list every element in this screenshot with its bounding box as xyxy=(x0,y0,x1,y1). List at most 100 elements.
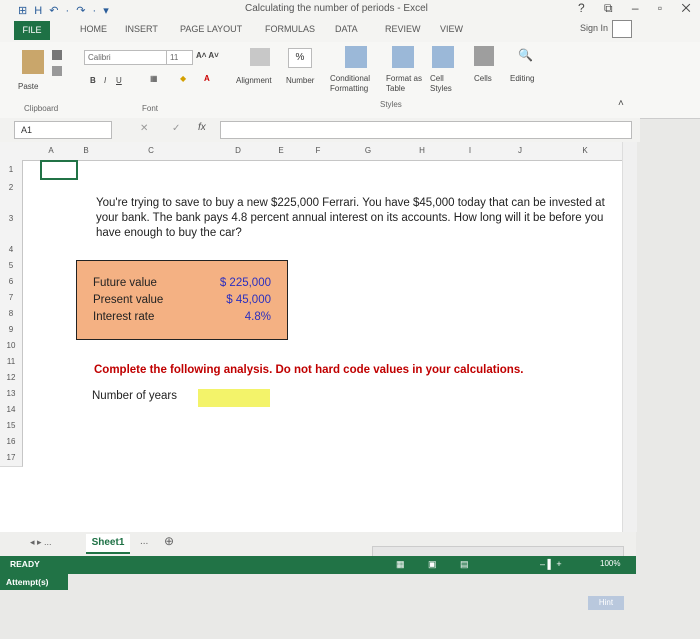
paste-icon[interactable] xyxy=(22,50,44,74)
row-header[interactable]: 7 xyxy=(0,290,23,307)
ribbon: Paste Clipboard Calibri 11 A˄ A˅ B I U ▦… xyxy=(0,42,700,119)
enter-icon[interactable]: ✓ xyxy=(172,123,180,134)
row-header[interactable]: 4 xyxy=(0,242,23,259)
row-header[interactable]: 15 xyxy=(0,418,23,435)
cells-icon[interactable] xyxy=(474,46,494,66)
column-header[interactable]: J xyxy=(492,142,549,161)
clipboard-group-label: Clipboard xyxy=(24,104,59,113)
format-as-table-button[interactable]: Format as Table xyxy=(386,74,426,94)
column-header[interactable]: A xyxy=(22,142,81,161)
tab-file[interactable]: FILE xyxy=(14,21,50,40)
percent-icon[interactable]: % xyxy=(288,48,312,68)
column-header[interactable]: K xyxy=(548,142,623,161)
italic-button[interactable]: I xyxy=(104,76,106,85)
future-value-cell[interactable]: $ 225,000 xyxy=(199,277,271,289)
vertical-scrollbar[interactable] xyxy=(622,142,637,532)
row-header[interactable]: 12 xyxy=(0,370,23,387)
alignment-icon[interactable] xyxy=(250,48,270,66)
name-box[interactable]: A1 xyxy=(14,121,112,139)
select-all-corner[interactable] xyxy=(0,142,23,161)
column-header[interactable]: F xyxy=(296,142,341,161)
grow-font-icon[interactable]: A˄ A˅ xyxy=(196,51,219,60)
editing-button[interactable]: Editing xyxy=(510,74,534,83)
page-break-view-icon[interactable]: ▤ xyxy=(460,559,469,570)
user-icon[interactable] xyxy=(612,20,632,38)
more-sheets-icon[interactable]: ... xyxy=(140,536,148,547)
add-sheet-icon[interactable]: ⊕ xyxy=(164,534,174,548)
underline-button[interactable]: U xyxy=(116,76,122,85)
title-bar: ⊞ H ↶ · ↷ · ▾ Calculating the number of … xyxy=(0,0,700,20)
hint-button[interactable]: Hint xyxy=(588,596,624,610)
row-header[interactable]: 9 xyxy=(0,322,23,339)
instruction-text: Complete the following analysis. Do not … xyxy=(94,364,524,376)
row-header[interactable]: 10 xyxy=(0,338,23,355)
font-color-icon[interactable]: A xyxy=(204,74,210,83)
alignment-button[interactable]: Alignment xyxy=(236,76,272,85)
conditional-formatting-icon[interactable] xyxy=(345,46,367,68)
font-group-label: Font xyxy=(142,104,159,113)
column-header[interactable]: D xyxy=(210,142,267,161)
column-header[interactable]: C xyxy=(92,142,211,161)
normal-view-icon[interactable]: ▦ xyxy=(396,559,405,570)
sign-in-link[interactable]: Sign In xyxy=(580,23,608,33)
styles-group-label: Styles xyxy=(380,100,402,109)
window-controls[interactable]: ? ⧉ – ▫ ✕ xyxy=(578,1,699,16)
row-header[interactable]: 16 xyxy=(0,434,23,451)
column-header[interactable]: E xyxy=(266,142,297,161)
cancel-icon[interactable]: ✕ xyxy=(140,123,148,134)
borders-icon[interactable]: ▦ xyxy=(150,74,158,83)
future-value-label: Future value xyxy=(93,277,157,289)
column-header[interactable]: G xyxy=(340,142,397,161)
sheet-nav-arrows-icon[interactable]: ◂ ▸ ... xyxy=(30,537,52,548)
tab-review[interactable]: REVIEW xyxy=(385,24,421,34)
number-of-years-answer-cell[interactable] xyxy=(198,389,270,407)
number-button[interactable]: Number xyxy=(286,76,314,85)
present-value-cell[interactable]: $ 45,000 xyxy=(199,294,271,306)
font-name-select[interactable]: Calibri xyxy=(84,50,167,65)
tab-insert[interactable]: INSERT xyxy=(125,24,158,34)
fill-color-icon[interactable]: ◆ xyxy=(180,74,186,83)
tab-data[interactable]: DATA xyxy=(335,24,358,34)
selected-cell-a1[interactable] xyxy=(40,160,78,180)
tab-formulas[interactable]: FORMULAS xyxy=(265,24,315,34)
zoom-level[interactable]: 100% xyxy=(600,559,620,568)
interest-rate-cell[interactable]: 4.8% xyxy=(199,311,271,323)
row-header[interactable]: 14 xyxy=(0,402,23,419)
interest-rate-label: Interest rate xyxy=(93,311,155,323)
row-header[interactable]: 5 xyxy=(0,258,23,275)
attempts-label: Attempt(s) xyxy=(0,574,68,590)
tab-view[interactable]: VIEW xyxy=(440,24,463,34)
cells-button[interactable]: Cells xyxy=(474,74,492,83)
quick-access-toolbar[interactable]: ⊞ H ↶ · ↷ · ▾ xyxy=(18,4,111,17)
collapse-ribbon-icon[interactable]: ˄ xyxy=(618,98,624,109)
binoculars-icon[interactable]: 🔍 xyxy=(518,48,533,62)
insert-function-icon[interactable]: fx xyxy=(198,122,206,133)
row-header[interactable]: 8 xyxy=(0,306,23,323)
formula-input[interactable] xyxy=(220,121,632,139)
row-header[interactable]: 2 xyxy=(0,180,23,197)
zoom-slider[interactable]: – ▌ + xyxy=(540,559,562,569)
worksheet-grid[interactable]: A B C D E F G H I J K 1 2 3 4 5 6 7 8 9 … xyxy=(0,142,623,532)
tab-home[interactable]: HOME xyxy=(80,24,107,34)
row-header[interactable]: 1 xyxy=(0,160,23,181)
paste-button[interactable]: Paste xyxy=(18,82,38,91)
tab-page-layout[interactable]: PAGE LAYOUT xyxy=(180,24,242,34)
copy-icon[interactable] xyxy=(52,66,62,76)
font-size-select[interactable]: 11 xyxy=(166,50,193,65)
cell-styles-button[interactable]: Cell Styles xyxy=(430,74,460,94)
row-header[interactable]: 13 xyxy=(0,386,23,403)
bold-button[interactable]: B xyxy=(90,76,96,85)
format-as-table-icon[interactable] xyxy=(392,46,414,68)
conditional-formatting-button[interactable]: Conditional Formatting xyxy=(330,74,386,94)
row-header[interactable]: 6 xyxy=(0,274,23,291)
sheet-tab[interactable]: Sheet1 xyxy=(86,534,130,554)
status-bar: READY ▦ ▣ ▤ – ▌ + 100% xyxy=(0,556,636,574)
page-layout-view-icon[interactable]: ▣ xyxy=(428,559,437,570)
column-header[interactable]: H xyxy=(396,142,449,161)
cut-icon[interactable] xyxy=(52,50,62,60)
row-header[interactable]: 3 xyxy=(0,196,23,243)
row-header[interactable]: 11 xyxy=(0,354,23,371)
row-header[interactable]: 17 xyxy=(0,450,23,467)
cell-styles-icon[interactable] xyxy=(432,46,454,68)
column-header[interactable]: I xyxy=(448,142,493,161)
